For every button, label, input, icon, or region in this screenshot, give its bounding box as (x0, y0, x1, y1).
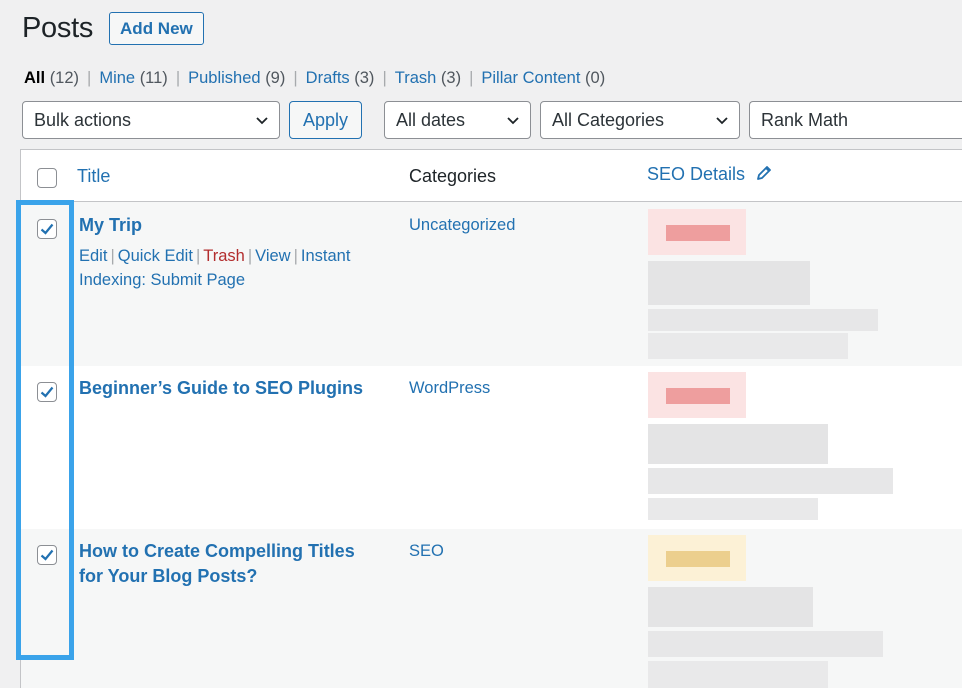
table-row: My Trip Edit | Quick Edit | Trash | View | Insta… (21, 203, 962, 366)
select-all-checkbox[interactable] (37, 168, 57, 188)
view-link[interactable]: View (255, 247, 290, 265)
post-title-link[interactable]: How to Create Compelling Titles for Your… (79, 539, 379, 589)
edit-link[interactable]: Edit (79, 247, 107, 265)
page-title: Posts (22, 12, 94, 44)
add-new-button[interactable]: Add New (109, 12, 204, 45)
column-title[interactable]: Title (77, 166, 110, 187)
chevron-down-icon (256, 117, 268, 125)
trash-link[interactable]: Trash (203, 247, 245, 265)
filter-published[interactable]: Published (9) (188, 69, 285, 88)
chevron-down-icon (507, 117, 519, 125)
filter-mine[interactable]: Mine (11) (99, 69, 167, 88)
post-category-link[interactable]: WordPress (409, 379, 490, 398)
column-categories: Categories (409, 166, 497, 186)
posts-table: Title Categories SEO Details My Trip Edi… (20, 149, 962, 688)
dates-select[interactable]: All dates (384, 101, 531, 139)
apply-button[interactable]: Apply (289, 101, 362, 139)
table-row: Beginner’s Guide to SEO Plugins WordPres… (21, 366, 962, 529)
rank-math-select[interactable]: Rank Math (749, 101, 962, 139)
chevron-down-icon (716, 117, 728, 125)
quick-edit-link[interactable]: Quick Edit (118, 247, 193, 265)
page-header: Posts Add New (22, 12, 204, 45)
filter-trash[interactable]: Trash (3) (395, 69, 461, 88)
categories-select[interactable]: All Categories (540, 101, 740, 139)
post-category-link[interactable]: SEO (409, 542, 444, 561)
table-row: How to Create Compelling Titles for Your… (21, 529, 962, 688)
filter-all[interactable]: All (12) (24, 69, 79, 88)
row-actions: Edit | Quick Edit | Trash | View | Instant Indexi… (79, 247, 351, 289)
pencil-icon[interactable] (755, 164, 773, 182)
status-filters: All (12) | Mine (11) | Published (9) | D… (24, 69, 606, 88)
post-title-link[interactable]: Beginner’s Guide to SEO Plugins (79, 376, 379, 401)
filter-drafts[interactable]: Drafts (3) (306, 69, 375, 88)
filter-pillar-content[interactable]: Pillar Content (0) (481, 69, 605, 88)
checkbox-highlight-box (16, 200, 74, 660)
table-header: Title Categories SEO Details (21, 150, 962, 202)
column-seo-details[interactable]: SEO Details (647, 164, 773, 185)
post-category-link[interactable]: Uncategorized (409, 216, 515, 235)
bulk-actions-select[interactable]: Bulk actions (22, 101, 280, 139)
post-title-link[interactable]: My Trip (79, 213, 379, 238)
